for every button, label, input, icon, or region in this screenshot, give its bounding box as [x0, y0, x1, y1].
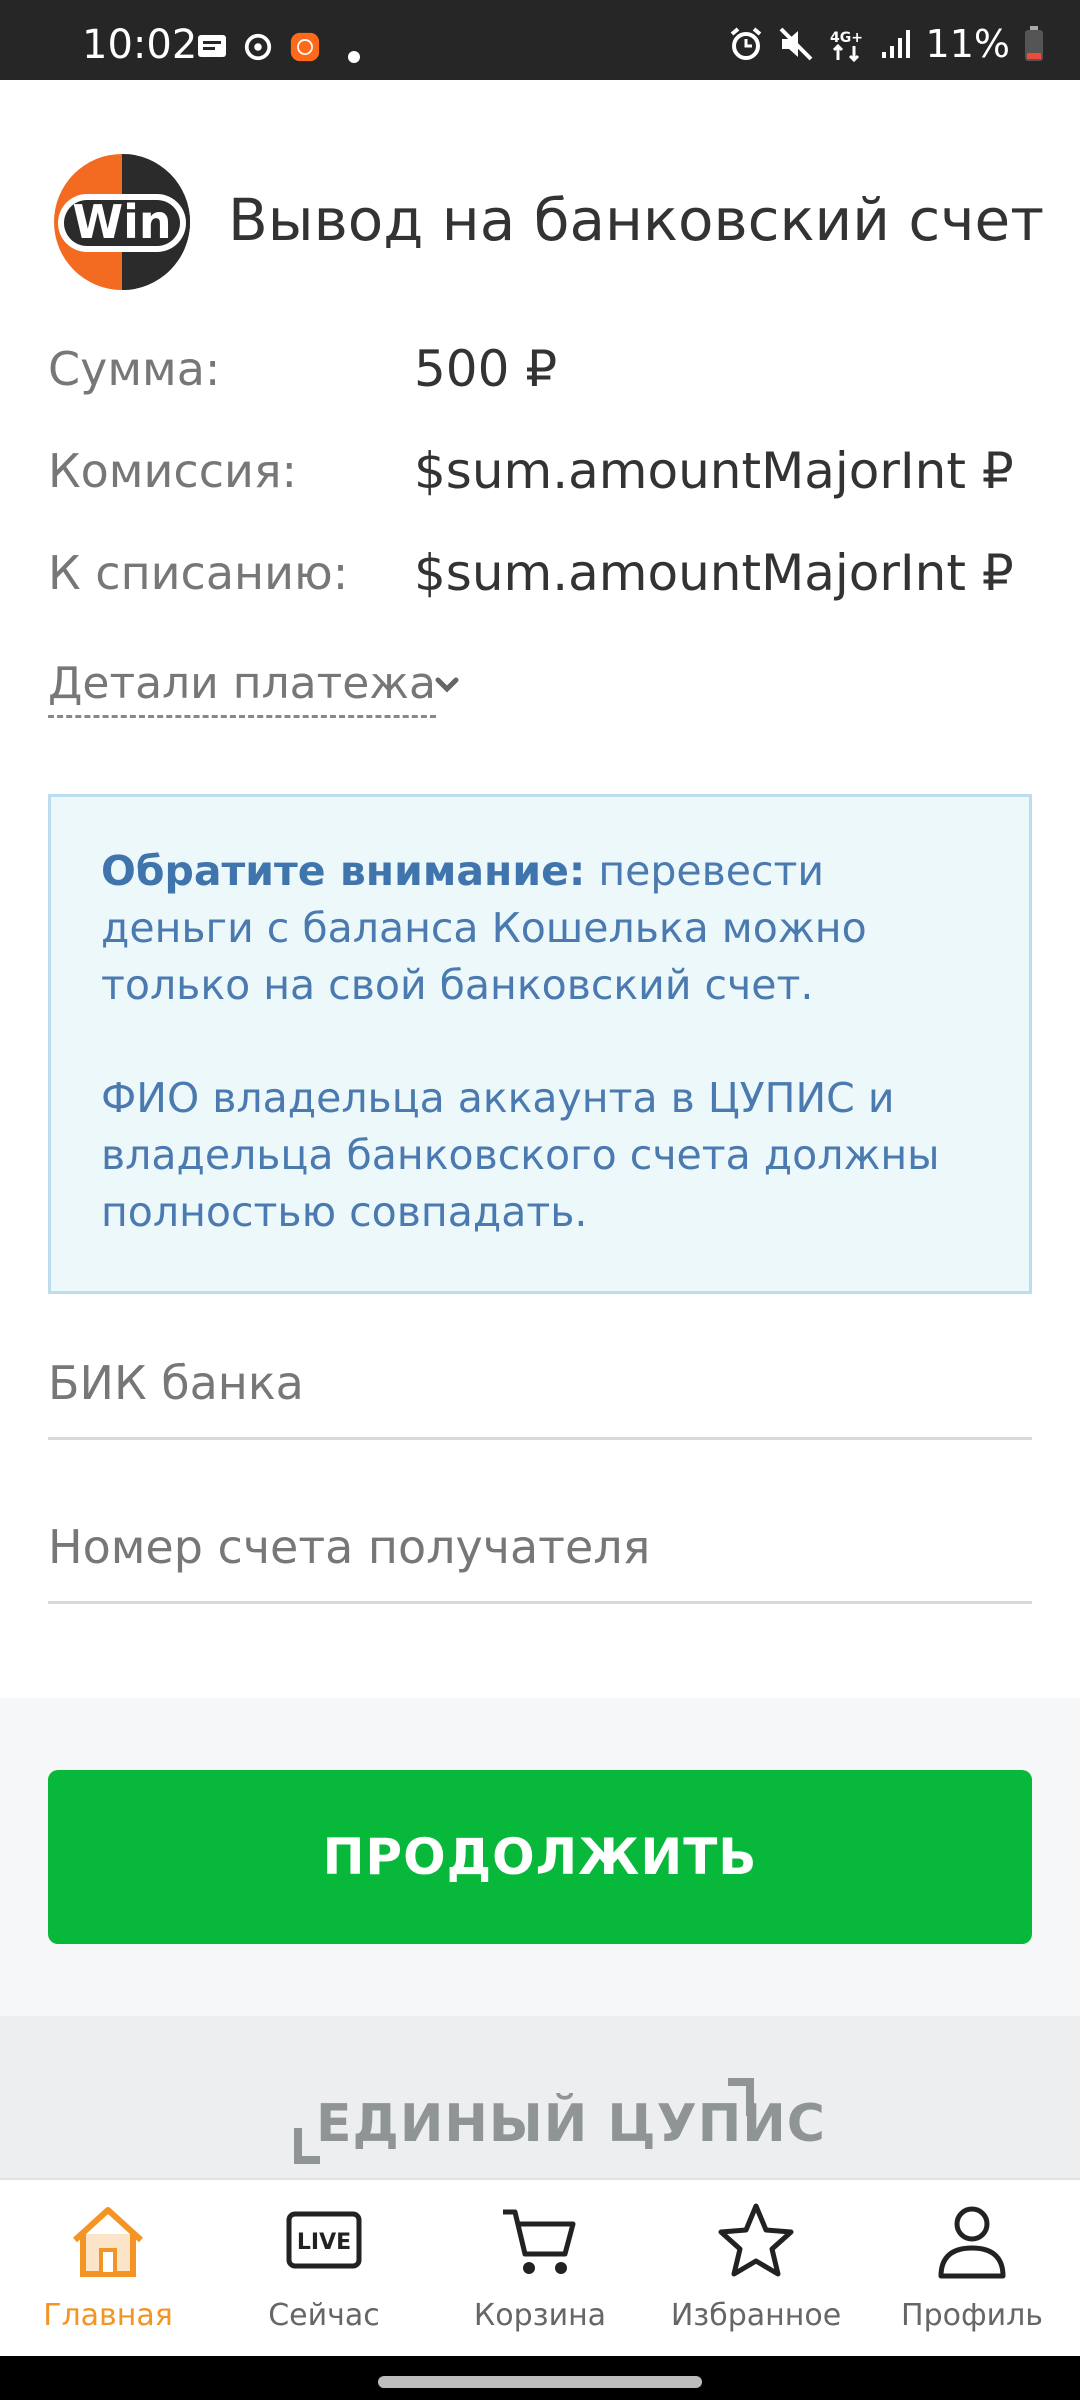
svg-text:Win: Win	[72, 195, 171, 249]
nav-item-profile[interactable]: Профиль	[864, 2180, 1080, 2356]
notification-dot-icon	[348, 51, 360, 63]
gesture-bar	[0, 2356, 1080, 2400]
profile-icon	[938, 2206, 1006, 2279]
bik-input[interactable]	[48, 1328, 1032, 1410]
nav-label-live: Сейчас	[268, 2298, 380, 2333]
footer: ЕДИНЫЙ ЦУПИС	[0, 2016, 1080, 2178]
nav-item-favorites[interactable]: Избранное	[648, 2180, 864, 2356]
mute-icon	[779, 27, 812, 61]
fee-value: $sum.amountMajorInt ₽	[414, 442, 1014, 500]
network-4g-icon: 4G+	[830, 30, 863, 62]
nav-item-live[interactable]: LIVE Сейчас	[216, 2180, 432, 2356]
svg-text:LIVE: LIVE	[297, 2230, 351, 2255]
message-icon	[198, 35, 226, 57]
cart-icon	[503, 2209, 576, 2274]
battery-percent: 11%	[925, 22, 1010, 66]
sync-icon	[244, 33, 272, 61]
signal-icon	[881, 30, 910, 58]
continue-section: ПРОДОЛЖИТЬ	[0, 1698, 1080, 2016]
nav-item-cart[interactable]: Корзина	[432, 2180, 648, 2356]
nav-item-home[interactable]: Главная	[0, 2180, 216, 2356]
nav-label-profile: Профиль	[901, 2298, 1043, 2333]
amount-label: Сумма:	[48, 342, 221, 396]
nav-label-home: Главная	[43, 2298, 173, 2333]
live-icon: LIVE	[286, 2211, 362, 2269]
amount-value: 500 ₽	[414, 340, 558, 398]
gesture-handle[interactable]	[378, 2376, 702, 2388]
mi-app-icon	[290, 32, 320, 62]
account-field	[48, 1492, 1032, 1604]
nav-label-favorites: Избранное	[670, 2298, 842, 2333]
svg-text:4G+: 4G+	[830, 30, 863, 46]
page-title: Вывод на банковский счет	[228, 186, 1044, 254]
status-bar: 10:02 4G+ 11%	[0, 0, 1080, 80]
nav-label-cart: Корзина	[473, 2298, 607, 2333]
payment-details-toggle[interactable]: Детали платежа	[48, 658, 436, 718]
account-input[interactable]	[48, 1492, 1032, 1574]
win-logo: Win	[54, 154, 190, 290]
chevron-down-icon[interactable]	[430, 668, 464, 702]
cupis-logo: ЕДИНЫЙ ЦУПИС	[290, 2076, 825, 2186]
cupis-brand-text: ЕДИНЫЙ ЦУПИС	[316, 2094, 826, 2154]
debit-label: К списанию:	[48, 546, 349, 600]
battery-icon	[1025, 26, 1043, 61]
bik-field	[48, 1328, 1032, 1440]
notice-bold: Обратите внимание:	[101, 847, 586, 895]
fee-label: Комиссия:	[48, 444, 298, 498]
notice-paragraph-2: ФИО владельца аккаунта в ЦУПИС и владель…	[101, 1074, 940, 1236]
notice-box: Обратите внимание: перевести деньги с ба…	[48, 794, 1032, 1294]
home-icon	[72, 2207, 144, 2277]
bottom-nav: Главная LIVE Сейчас Корзина Избранное Пр…	[0, 2178, 1080, 2356]
alarm-icon	[730, 27, 761, 60]
status-time: 10:02	[82, 22, 198, 68]
notice-paragraph-1: Обратите внимание: перевести деньги с ба…	[101, 843, 979, 1014]
continue-button[interactable]: ПРОДОЛЖИТЬ	[48, 1770, 1032, 1944]
star-icon	[718, 2203, 794, 2277]
status-right: 4G+ 11%	[728, 22, 1044, 66]
debit-value: $sum.amountMajorInt ₽	[414, 544, 1014, 602]
